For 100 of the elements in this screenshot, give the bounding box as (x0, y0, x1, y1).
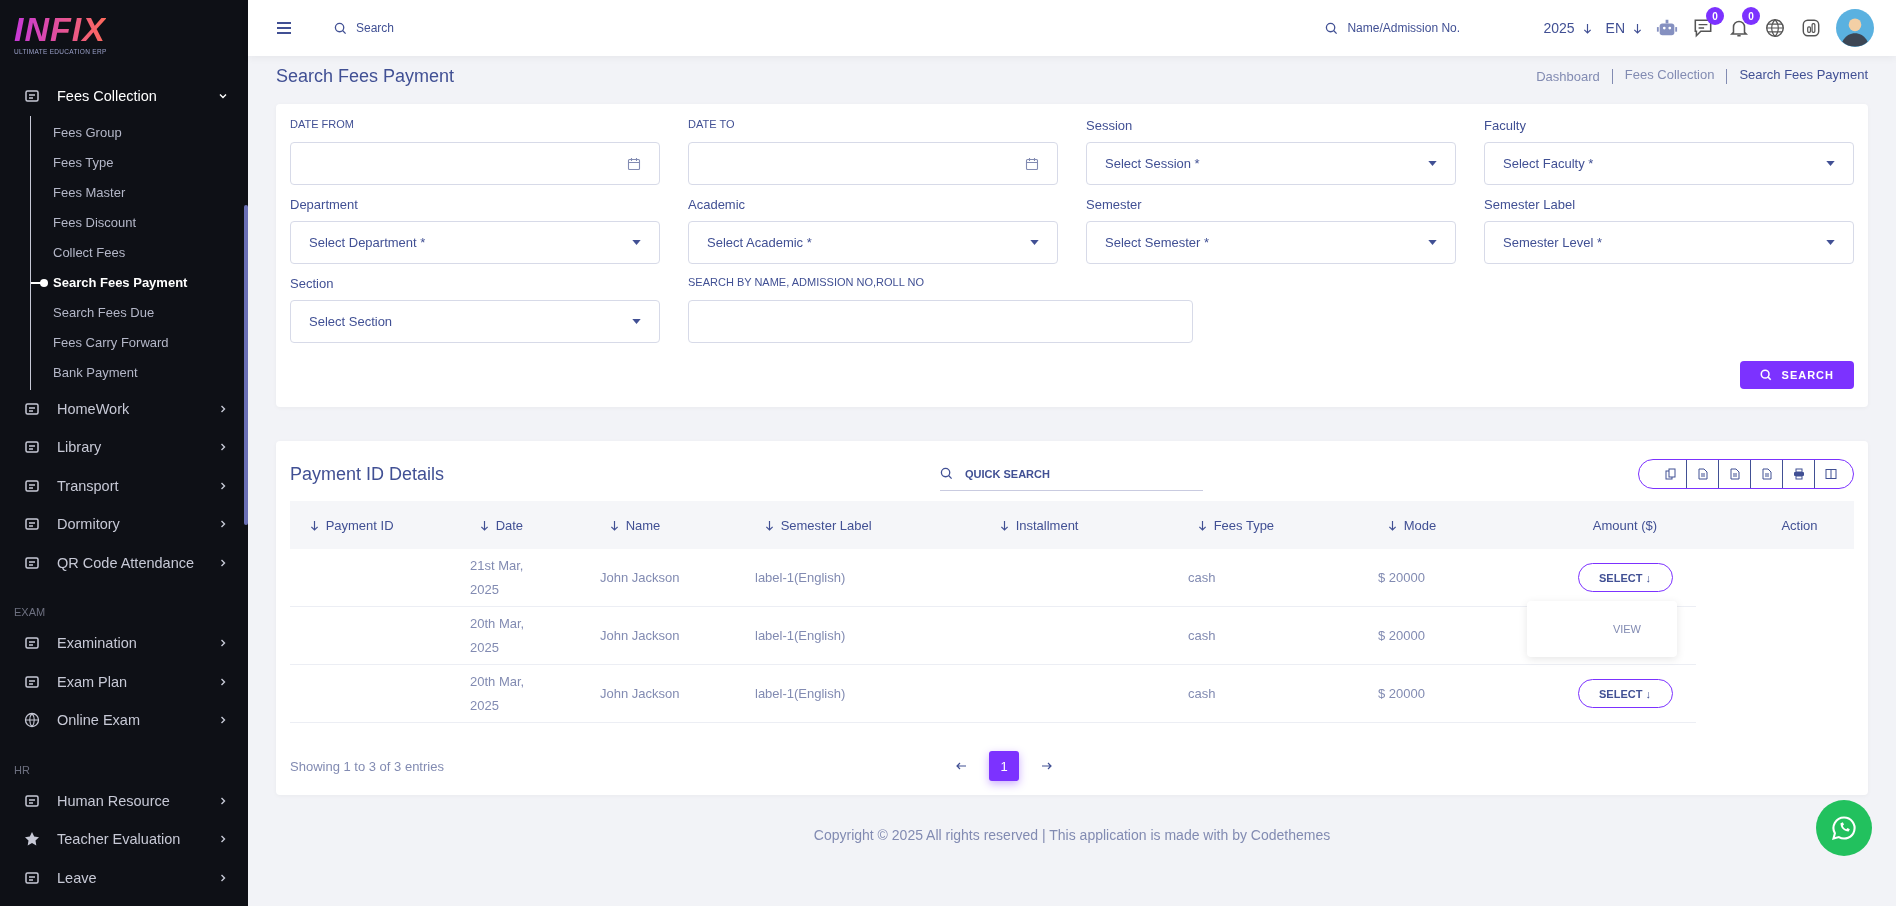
next-page-icon[interactable] (1041, 760, 1053, 772)
column-header[interactable]: Fees Type (1213, 517, 1275, 533)
calendar-icon (1025, 156, 1039, 171)
submenu-item[interactable]: Fees Type (31, 147, 248, 178)
caret-icon (1030, 240, 1039, 245)
arrow-down-icon (1633, 22, 1642, 34)
nav-item[interactable]: Leave (0, 858, 248, 897)
copy-icon (1664, 468, 1677, 480)
select-dropdown[interactable]: Select Department * (290, 221, 660, 264)
nav-item[interactable]: Library (0, 428, 248, 467)
select-dropdown-button[interactable]: SELECT ↓ (1577, 679, 1673, 708)
nav-item[interactable]: Dormitory (0, 505, 248, 544)
previous-page-icon[interactable] (955, 760, 967, 772)
search-field[interactable] (688, 300, 1193, 343)
avatar-icon[interactable] (1836, 9, 1874, 47)
chevron-icon (218, 442, 228, 453)
sort-arrow-icon[interactable] (1388, 519, 1397, 531)
sort-arrow-icon[interactable] (1000, 519, 1009, 531)
column-header[interactable]: Name (625, 517, 661, 533)
page-title: Search Fees Payment (276, 65, 455, 87)
menu-item[interactable]: VIEW (1612, 623, 1641, 635)
table-cell: John Jackson (600, 628, 680, 643)
notification-badge: 0 (1742, 7, 1760, 25)
nav-item[interactable]: QR Code Attendance (0, 543, 248, 582)
columns-icon (1825, 468, 1837, 480)
submenu-item[interactable]: Fees Group (31, 117, 248, 148)
sort-arrow-icon[interactable] (765, 519, 774, 531)
nav-item[interactable]: Human Resource (0, 781, 248, 820)
copyright-text: Copyright © 2025 All rights reserved | This application is made with by Codethemes (813, 827, 1331, 843)
sort-arrow-icon[interactable] (610, 519, 619, 531)
chevron-icon (218, 834, 228, 845)
year-dropdown[interactable]: 2025 (1543, 20, 1592, 36)
submenu-item[interactable]: Fees Carry Forward (31, 327, 248, 358)
chat-icon[interactable] (1692, 17, 1714, 39)
table-cell: $ 20000 (1378, 686, 1425, 701)
table-cell: John Jackson (600, 686, 680, 701)
table-cell: cash (1188, 686, 1216, 701)
print-icon (1792, 468, 1805, 480)
chart-icon[interactable] (1800, 17, 1822, 39)
column-header[interactable]: Installment (1015, 517, 1079, 533)
table-cell-text: 20th Mar, 2025 (470, 614, 526, 657)
search-button[interactable]: SEARCH (1739, 361, 1854, 389)
chevron-icon (218, 480, 228, 491)
column-header[interactable]: Amount ($) (1592, 517, 1658, 533)
field-label: SEARCH BY NAME, ADMISSION NO,ROLL NO (688, 276, 925, 290)
sort-arrow-icon[interactable] (310, 519, 319, 531)
table-cell: cash (1188, 570, 1216, 585)
field-label: DATE FROM (290, 118, 355, 132)
field-label: Section (290, 276, 335, 290)
nav-item[interactable]: Teacher Evaluation (0, 820, 248, 859)
submenu-item[interactable]: Fees Discount (31, 207, 248, 238)
select-dropdown[interactable]: Semester Level * (1484, 221, 1854, 264)
select-dropdown[interactable]: Select Semester * (1086, 221, 1456, 264)
sort-arrow-icon[interactable] (1198, 519, 1207, 531)
chevron-icon (218, 403, 228, 414)
field-label: DATE TO (688, 118, 736, 132)
globe-icon (24, 712, 40, 729)
page-button[interactable]: 1 (989, 751, 1019, 781)
caret-icon (1428, 240, 1437, 245)
nav-item[interactable]: HomeWork (0, 389, 248, 428)
search-icon (1325, 21, 1339, 35)
select-dropdown[interactable]: Select Session * (1086, 142, 1456, 185)
language-dropdown[interactable]: EN (1605, 20, 1642, 36)
search-field[interactable]: Search (354, 20, 488, 36)
nav-item[interactable]: Transport (0, 466, 248, 505)
column-header[interactable]: Payment ID (325, 517, 394, 533)
nav-item[interactable]: Online Exam (0, 701, 248, 740)
nav-item[interactable]: Fees Collection (0, 77, 248, 116)
date-field[interactable] (688, 142, 1058, 185)
nav-item[interactable]: Exam Plan (0, 662, 248, 701)
nav-item[interactable]: Examination (0, 624, 248, 663)
sort-arrow-icon[interactable] (480, 519, 489, 531)
table-title: Payment ID Details (290, 463, 446, 485)
select-dropdown[interactable]: Select Faculty * (1484, 142, 1854, 185)
submenu-item[interactable]: Search Fees Payment (31, 267, 248, 298)
chevron-icon (218, 519, 228, 530)
chevron-icon (218, 676, 228, 687)
table-cell: John Jackson (600, 570, 680, 585)
breadcrumb-link[interactable]: Search Fees Payment (1726, 68, 1868, 84)
column-header[interactable]: Semester Label (780, 517, 872, 533)
field-label: Semester (1086, 197, 1143, 211)
column-header[interactable]: Mode (1403, 517, 1437, 533)
table-cell: $ 20000 (1378, 628, 1425, 643)
field-label: Semester Label (1484, 197, 1577, 211)
select-dropdown[interactable]: Select Academic * (688, 221, 1058, 264)
column-header[interactable]: Date (495, 517, 524, 533)
submenu-item[interactable]: Search Fees Due (31, 297, 248, 328)
chevron-icon (218, 715, 228, 726)
globe-icon[interactable] (1764, 17, 1786, 39)
caret-icon (1428, 161, 1437, 166)
caret-icon (1826, 161, 1835, 166)
submenu-item[interactable]: Bank Payment (31, 357, 248, 388)
submenu-item[interactable]: Fees Master (31, 177, 248, 208)
select-dropdown[interactable]: Select Section (290, 300, 660, 343)
menu-icon[interactable] (276, 21, 292, 35)
column-header[interactable]: Action (1781, 517, 1818, 533)
select-dropdown-button[interactable]: SELECT ↓ (1577, 563, 1673, 592)
date-field[interactable] (290, 142, 660, 185)
submenu-item[interactable]: Collect Fees (31, 237, 248, 268)
lookup-field[interactable]: Name/Admission No. (1345, 20, 1500, 36)
